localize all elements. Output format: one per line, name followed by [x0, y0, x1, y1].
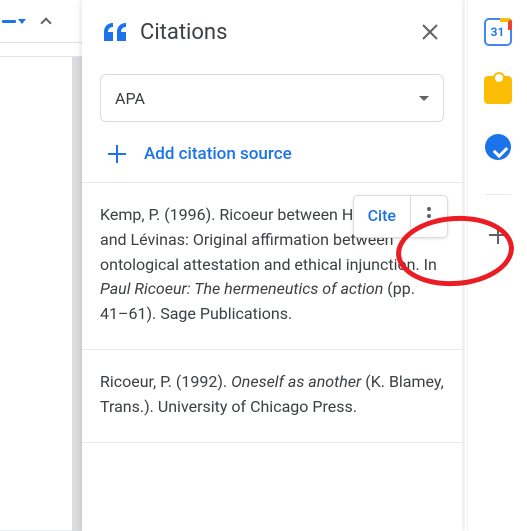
toolbar-color-dropdown[interactable] — [0, 8, 28, 34]
close-button[interactable] — [416, 18, 444, 46]
citation-list: Cite Kemp, P. (1996). Ricoeur between He… — [82, 183, 462, 531]
citation-text-italic: Paul Ricoeur: The hermeneutics of action — [100, 279, 383, 298]
toolbar-collapse-button[interactable] — [32, 8, 60, 34]
toolbar-fragment — [0, 8, 60, 34]
caret-down-icon — [419, 96, 429, 101]
tasks-icon[interactable] — [485, 134, 511, 160]
cite-button[interactable]: Cite — [354, 196, 411, 237]
panel-title: Citations — [140, 20, 402, 45]
panel-header: Citations — [82, 0, 462, 64]
quote-icon — [104, 23, 126, 41]
citation-item[interactable]: Ricoeur, P. (1992). Oneself as another (… — [82, 350, 462, 443]
document-area-fragment — [0, 0, 82, 531]
panel-controls: APA Add citation source — [82, 64, 462, 183]
citation-more-button[interactable] — [411, 198, 447, 234]
citation-item[interactable]: Cite Kemp, P. (1996). Ricoeur between He… — [82, 183, 462, 350]
rail-divider — [485, 194, 511, 195]
citation-text-italic: Oneself as another — [231, 372, 361, 391]
document-scrollbar[interactable] — [72, 57, 82, 531]
citation-text-pre: Ricoeur, P. (1992). — [100, 372, 231, 391]
citation-style-select[interactable]: APA — [100, 74, 444, 122]
citation-actions: Cite — [353, 195, 448, 238]
calendar-icon[interactable]: 31 — [484, 18, 512, 46]
side-rail: 31 — [467, 0, 527, 531]
ruler[interactable] — [0, 42, 82, 57]
chevron-up-icon — [40, 17, 51, 28]
add-citation-label: Add citation source — [144, 144, 292, 164]
calendar-day: 31 — [491, 26, 505, 38]
plus-icon — [108, 145, 126, 163]
close-icon — [422, 24, 438, 40]
more-vertical-icon — [427, 207, 431, 225]
citations-panel: Citations APA Add citation source Cite K… — [82, 0, 462, 531]
keep-icon[interactable] — [484, 76, 512, 104]
caret-down-icon — [18, 19, 26, 24]
add-citation-source-button[interactable]: Add citation source — [108, 144, 444, 164]
add-addon-button[interactable] — [488, 225, 508, 245]
citation-style-value: APA — [115, 89, 145, 108]
